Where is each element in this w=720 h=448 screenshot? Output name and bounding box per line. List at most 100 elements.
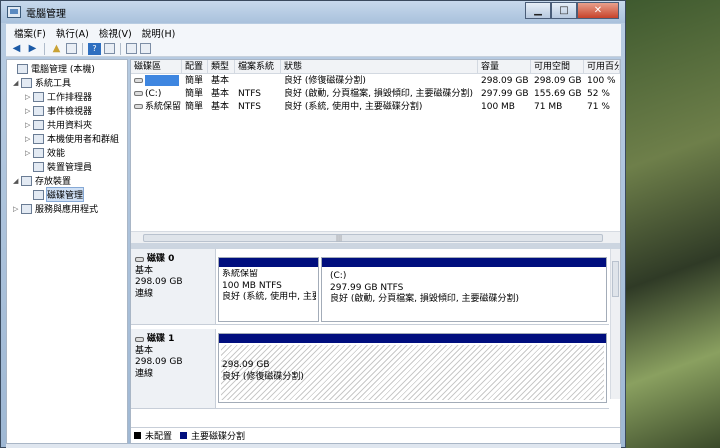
disk-drive-icon [135,337,144,343]
column-header-capacity[interactable]: 容量 [478,60,531,74]
partition-recovery[interactable]: 298.09 GB 良好 (修復磁碟分割) [218,333,607,403]
cell-filesystem: NTFS [238,89,261,99]
partition-detail: 297.99 GB NTFS [330,282,404,293]
tree-item-shared-folders[interactable]: ▷ 共用資料夾 [25,118,92,131]
tree-twisty[interactable]: ▷ [25,107,33,115]
legend-bar: 未配置 主要磁碟分割 [131,427,620,443]
performance-icon [33,147,44,158]
menu-help[interactable]: 說明(H) [138,26,180,40]
column-header-volume[interactable]: 磁碟區 [131,60,182,74]
column-header-percent-free[interactable]: 可用百分 [584,60,620,74]
column-header-layout[interactable]: 配置 [182,60,208,74]
legend-primary-label: 主要磁碟分割 [191,432,246,442]
volume-list: 磁碟區 配置 類型 檔案系統 狀態 容量 可用空間 可用百分 簡單 基本 良好 … [131,60,620,243]
tree-item-storage[interactable]: ◢ 存放裝置 [13,174,71,187]
tree-item-event-viewer[interactable]: ▷ 事件檢視器 [25,104,92,117]
tree-twisty[interactable]: ◢ [13,177,21,185]
back-arrow-icon[interactable]: ◀ [10,43,23,55]
tree-item-performance[interactable]: ▷ 效能 [25,146,65,159]
toolbar: ◀ ▶ ▲ ? [6,41,621,57]
selected-volume-highlight [145,75,179,86]
partition-status: 良好 (修復磁碟分割) [222,371,304,382]
toolbar-separator [82,42,83,55]
export-list-icon[interactable] [126,43,137,54]
menu-file[interactable]: 檔案(F) [10,26,50,40]
tree-item-disk-management[interactable]: 磁碟管理 [25,187,85,202]
forward-arrow-icon[interactable]: ▶ [26,43,39,55]
tree-item-device-manager[interactable]: 裝置管理員 [25,160,92,173]
cell-free-space: 71 MB [534,102,563,112]
cell-free-space: 298.09 GB [534,76,582,86]
tree-item-task-scheduler[interactable]: ▷ 工作排程器 [25,90,92,103]
tree-item-local-users-groups[interactable]: ▷ 本機使用者和群組 [25,132,119,145]
disk-type: 基本 [135,265,154,276]
status-bar [6,444,621,448]
menu-view[interactable]: 檢視(V) [95,26,136,40]
tools-icon [21,77,32,88]
tree-item-label: 本機使用者和群組 [47,135,120,145]
cell-capacity: 297.99 GB [481,89,529,99]
column-header-free-space[interactable]: 可用空間 [531,60,584,74]
volume-row[interactable]: (C:) 簡單 基本 NTFS 良好 (啟動, 分頁檔案, 損毀傾印, 主要磁碟… [131,88,620,101]
refresh-icon[interactable] [140,43,151,54]
computer-icon [17,63,28,74]
tree-twisty[interactable]: ▷ [25,121,33,129]
partition-c-drive[interactable]: (C:) 297.99 GB NTFS 良好 (啟動, 分頁檔案, 損毀傾印, … [321,257,607,322]
tree-twisty[interactable]: ▷ [25,135,33,143]
legend-unallocated-label: 未配置 [145,432,173,442]
tree-twisty[interactable]: ◢ [13,79,21,87]
column-header-filesystem[interactable]: 檔案系統 [235,60,281,74]
legend-primary-swatch [180,432,188,439]
tree-item-label: 效能 [47,149,66,159]
cell-capacity: 298.09 GB [481,76,529,86]
tree-item-system-tools[interactable]: ◢ 系統工具 [13,76,71,89]
show-hide-tree-icon[interactable] [66,43,77,54]
help-icon[interactable]: ? [88,42,101,55]
tree-item-services-applications[interactable]: ▷ 服務與應用程式 [13,202,98,215]
partition-text: (C:) 297.99 GB NTFS 良好 (啟動, 分頁檔案, 損毀傾印, … [330,271,604,306]
volume-list-horizontal-scrollbar[interactable]: ||| [131,231,620,243]
scrollbar-grip-icon: ||| [336,235,343,242]
menu-action[interactable]: 執行(A) [52,26,93,40]
cell-type: 基本 [211,76,230,86]
shared-folder-icon [33,119,44,130]
volume-disk-icon [134,78,143,83]
toolbar-separator [44,42,45,55]
toolbar-separator [120,42,121,55]
computer-management-icon [7,6,21,18]
graphical-view-vertical-scrollbar[interactable] [610,249,620,399]
minimize-button[interactable]: ▁ [525,2,551,19]
tree-twisty[interactable]: ▷ [25,93,33,101]
partition-status: 良好 (啟動, 分頁檔案, 損毀傾印, 主要磁碟分割) [330,294,520,304]
scrollbar-thumb[interactable] [612,261,619,297]
disk-info-panel[interactable]: 磁碟 0 基本 298.09 GB 連線 [131,249,216,324]
tree-twisty[interactable]: ▷ [25,149,33,157]
volume-disk-icon [134,91,143,96]
column-header-type[interactable]: 類型 [208,60,235,74]
title-bar[interactable]: 電腦管理 ▁ □ ✕ [1,1,625,23]
close-button[interactable]: ✕ [577,2,619,19]
tree-item-label: 系統工具 [35,79,72,89]
disk-info-panel[interactable]: 磁碟 1 基本 298.09 GB 連線 [131,329,216,408]
up-folder-icon[interactable]: ▲ [50,43,63,55]
volume-row[interactable]: 系統保留 簡單 基本 NTFS 良好 (系統, 使用中, 主要磁碟分割) 100… [131,101,620,114]
device-manager-icon [33,161,44,172]
navigation-tree: 電腦管理 (本機) ◢ 系統工具 ▷ 工作排程器 ▷ 事件檢視器 ▷ 共用資料夾… [6,59,128,444]
column-header-status[interactable]: 狀態 [281,60,478,74]
cell-volume [131,75,182,88]
maximize-button[interactable]: □ [551,2,577,19]
event-viewer-icon [33,105,44,116]
tree-twisty[interactable]: ▷ [13,205,21,213]
cell-free-space: 155.69 GB [534,89,582,99]
volume-row[interactable]: 簡單 基本 良好 (修復磁碟分割) 298.09 GB 298.09 GB 10… [131,75,620,88]
properties-icon[interactable] [104,43,115,54]
tree-item-computer-management[interactable]: 電腦管理 (本機) [9,62,95,75]
partition-text: 298.09 GB 良好 (修復磁碟分割) [222,360,604,383]
partition-system-reserved[interactable]: 系統保留 100 MB NTFS 良好 (系統, 使用中, 主要磁碟分割) [218,257,319,322]
volume-name: 系統保留 [145,102,182,112]
disk-name: 磁碟 0 [135,254,211,266]
tree-item-label: 存放裝置 [35,177,72,187]
scrollbar-thumb[interactable] [143,234,603,242]
clock-icon [33,91,44,102]
tree-item-label: 裝置管理員 [47,163,93,173]
